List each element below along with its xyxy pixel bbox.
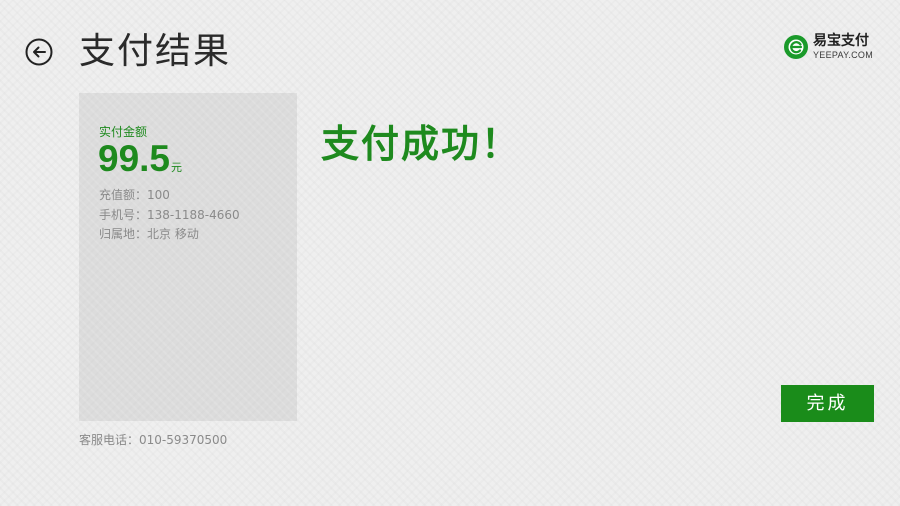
brand-url: YEEPAY.COM <box>813 50 874 60</box>
phone-number: 手机号：138-1188-4660 <box>99 208 240 222</box>
amount-value: 99.5 <box>98 138 171 179</box>
back-button[interactable] <box>25 38 53 66</box>
service-hotline: 客服电话：010-59370500 <box>79 433 228 447</box>
phone-region: 归属地：北京 移动 <box>99 227 199 241</box>
payment-summary-card: 实付金额 99.5元 充值额：100 手机号：138-1188-4660 归属地… <box>79 93 297 421</box>
amount-unit: 元 <box>171 161 183 174</box>
brand-name: 易宝支付 <box>813 33 869 49</box>
payment-status-message: 支付成功！ <box>321 122 522 166</box>
back-arrow-icon <box>25 38 53 66</box>
done-button[interactable]: 完成 <box>781 385 874 422</box>
topup-amount: 充值额：100 <box>99 188 170 202</box>
amount-row: 99.5元 <box>98 139 182 179</box>
page-title: 支付结果 <box>79 31 232 72</box>
amount-label: 实付金额 <box>99 125 148 139</box>
brand-logo: 易宝支付 YEEPAY.COM <box>783 33 879 61</box>
yeepay-logo-icon <box>784 35 808 59</box>
